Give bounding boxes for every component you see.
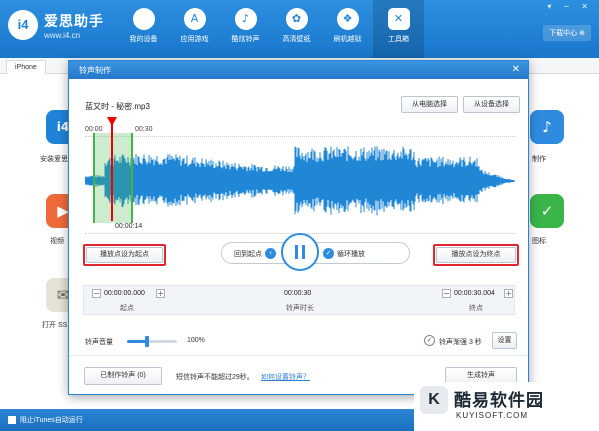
selection-region[interactable] [93, 133, 133, 223]
nav-label: 刷机越狱 [333, 36, 362, 43]
nav-label: 高清壁纸 [282, 36, 311, 43]
selection-time-label: 00:00:14 [115, 223, 143, 230]
i4-logo: i4 [8, 10, 38, 40]
end-plus-button[interactable]: + [504, 289, 513, 298]
tile-label: 安装爱思 [40, 156, 68, 163]
volume-slider[interactable] [127, 340, 177, 343]
scale-start-label: 00:00 [85, 126, 103, 133]
duration-value: 00:00:30 [284, 290, 312, 297]
set-start-button[interactable]: 播放点设为起点 [86, 247, 163, 263]
start-time-value: 00:00:00.000 [104, 290, 145, 297]
back-to-start-icon[interactable]: ‹ [265, 248, 276, 259]
brand-url: www.i4.cn [44, 31, 81, 40]
window-controls[interactable]: ▾ ─ ✕ [547, 2, 593, 11]
pause-icon [302, 245, 305, 259]
main-nav: 我的设备 A 应用游戏 ♪ 酷炫铃声 ✿ 高清壁纸 ❖ 刷机越狱 ✕ 工具箱 [118, 0, 424, 58]
loop-check-icon[interactable]: ✓ [323, 248, 334, 259]
nav-label: 酷炫铃声 [231, 36, 260, 43]
nav-label: 应用游戏 [180, 36, 209, 43]
audio-filename: 蓝又时 - 秘密.mp3 [85, 102, 150, 111]
nav-apps-games[interactable]: A 应用游戏 [169, 0, 220, 58]
set-start-highlight: 播放点设为起点 [83, 244, 166, 266]
end-minus-button[interactable]: − [442, 289, 451, 298]
waveform[interactable] [85, 137, 515, 223]
how-to-set-link[interactable]: 如何设置铃声？ [261, 372, 310, 382]
dialog-title: 铃声制作 [79, 66, 111, 75]
volume-percent: 100% [187, 337, 205, 344]
watermark-k-logo: K [420, 386, 448, 414]
volume-fill [127, 340, 147, 343]
end-caption: 终点 [469, 305, 483, 312]
dropbox-icon: ❖ [336, 8, 359, 30]
download-center-button[interactable]: 下载中心 ⊕ [543, 25, 591, 41]
tab-iphone[interactable]: iPhone [6, 60, 46, 74]
playhead-handle[interactable] [107, 117, 117, 126]
loop-play-label[interactable]: 循环播放 [337, 249, 365, 259]
close-icon[interactable]: ✕ [512, 64, 520, 75]
tools-icon: ✕ [387, 8, 410, 30]
playhead[interactable] [111, 121, 113, 221]
start-minus-button[interactable]: − [92, 289, 101, 298]
time-scale: 00:00 00:30 [85, 121, 515, 137]
tile-label: 制作 [532, 156, 546, 163]
green-tile-icon[interactable]: ✓ [530, 194, 564, 228]
app-store-icon: A [183, 8, 206, 30]
nav-flash-jailbreak[interactable]: ❖ 刷机越狱 [322, 0, 373, 58]
tile-label: 打开 SS [42, 322, 68, 329]
watermark-domain: KUYISOFT.COM [456, 411, 529, 420]
pause-icon [295, 245, 298, 259]
settings-button[interactable]: 设置 [492, 332, 517, 349]
dialog-header: 铃声制作 ✕ [69, 61, 528, 79]
set-end-highlight: 播放点设为终点 [433, 244, 519, 266]
sms-length-note: 短信铃声不能超过29秒。 [176, 374, 254, 381]
volume-label: 铃声音量 [85, 339, 113, 346]
watermark: K 酷易软件园 KUYISOFT.COM [414, 382, 599, 431]
fade-in-label: 铃声渐强 3 秒 [439, 339, 482, 346]
brand-name: 爱思助手 [44, 13, 104, 29]
ringtone-maker-dialog: 铃声制作 ✕ 蓝又时 - 秘密.mp3 从电脑选择 从设备选择 00:00 00… [68, 60, 529, 395]
scale-mark-label: 00:30 [135, 126, 153, 133]
apple-icon [132, 8, 155, 30]
flower-icon: ✿ [285, 8, 308, 30]
volume-handle[interactable] [145, 336, 149, 347]
bell-tile-icon[interactable]: ♪ [530, 110, 564, 144]
set-end-button[interactable]: 播放点设为终点 [436, 247, 516, 263]
select-from-pc-button[interactable]: 从电脑选择 [401, 96, 458, 113]
pause-button[interactable] [281, 233, 319, 271]
range-panel: − 00:00:00.000 + 起点 00:00:30 铃声时长 − 00:0… [83, 285, 515, 315]
watermark-name: 酷易软件园 [454, 391, 544, 410]
tile-label: 视频 [50, 238, 64, 245]
nav-toolbox[interactable]: ✕ 工具箱 [373, 0, 424, 58]
end-time-value: 00:00:30.004 [454, 290, 495, 297]
footer-divider [69, 355, 528, 356]
duration-caption: 铃声时长 [286, 305, 314, 312]
back-to-start-label[interactable]: 回到起点 [234, 249, 262, 259]
nav-label: 我的设备 [129, 36, 158, 43]
nav-wallpapers[interactable]: ✿ 高清壁纸 [271, 0, 322, 58]
block-itunes-label: 阻止iTunes自动运行 [20, 417, 83, 424]
start-caption: 起点 [120, 305, 134, 312]
block-itunes-checkbox[interactable] [8, 416, 16, 424]
top-bar: i4 爱思助手 www.i4.cn 我的设备 A 应用游戏 ♪ 酷炫铃声 ✿ 高… [0, 0, 599, 58]
waveform-svg [85, 146, 515, 216]
nav-label: 工具箱 [388, 36, 409, 43]
start-plus-button[interactable]: + [156, 289, 165, 298]
fade-in-checkbox[interactable]: ✓ [424, 335, 435, 346]
bell-icon: ♪ [234, 8, 257, 30]
select-from-device-button[interactable]: 从设备选择 [463, 96, 520, 113]
nav-ringtones[interactable]: ♪ 酷炫铃声 [220, 0, 271, 58]
nav-my-device[interactable]: 我的设备 [118, 0, 169, 58]
made-ringtones-button[interactable]: 已制作铃声 (0) [84, 367, 162, 385]
tile-label: 图标 [532, 238, 546, 245]
